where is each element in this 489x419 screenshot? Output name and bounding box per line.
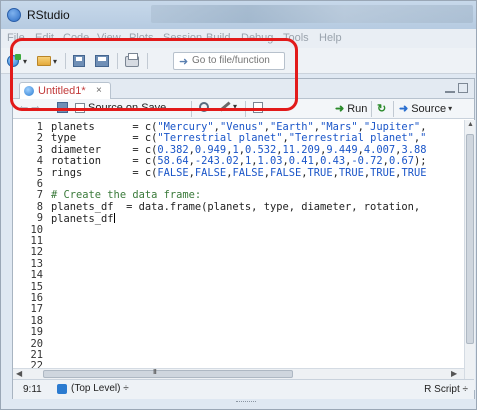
cursor-position: 9:11 <box>23 384 42 395</box>
rstudio-window: RStudio File Edit Code View Plots Sessio… <box>0 0 477 410</box>
line-number: 8 <box>36 200 43 213</box>
scroll-grip: III <box>153 369 157 376</box>
code-editor[interactable]: 1 planets = c("Mercury","Venus","Earth","… <box>13 120 464 390</box>
line-number: 16 <box>30 292 43 304</box>
vertical-scroll-thumb[interactable] <box>466 134 474 344</box>
rstudio-logo-icon <box>7 8 21 22</box>
code-text: diameter = c(0.382,0.949,1,0.532,11.209,… <box>51 143 427 156</box>
rerun-icon: ↻ <box>377 103 387 115</box>
scope-selector[interactable]: (Top Level) ÷ <box>57 383 129 394</box>
line-number: 4 <box>36 155 43 168</box>
scope-label: (Top Level) ÷ <box>71 383 129 394</box>
text-cursor <box>113 213 115 224</box>
line-number: 10 <box>30 223 43 236</box>
horizontal-scrollbar[interactable]: ◀ III ▶ <box>13 368 464 379</box>
line-number: 6 <box>36 178 43 190</box>
run-label: Run <box>347 102 368 115</box>
line-number: 19 <box>30 326 43 339</box>
menu-help[interactable]: Help <box>319 32 342 44</box>
annotation-highlight <box>10 38 298 111</box>
code-text: type = c("Terrestrial planet","Terrestri… <box>51 132 427 145</box>
file-type-selector[interactable]: R Script ÷ <box>424 384 468 395</box>
line-number: 13 <box>30 257 43 270</box>
pane-resize-grip[interactable] <box>236 401 256 404</box>
scroll-up-icon[interactable]: ▲ <box>467 121 474 128</box>
code-text: planets_df <box>51 213 115 226</box>
minimize-pane-button[interactable] <box>445 83 455 93</box>
rerun-button[interactable]: ↻ <box>377 102 386 115</box>
source-label: Source <box>411 102 447 115</box>
line-number: 15 <box>30 280 43 293</box>
code-text: rotation = c(58.64,-243.02,1,1.03,0.41,0… <box>51 155 427 168</box>
code-text: # Create the data frame: <box>51 189 202 202</box>
pane-window-controls <box>445 83 468 93</box>
code-text: rings = c(FALSE,FALSE,FALSE,FALSE,TRUE,T… <box>51 166 427 179</box>
source-arrow-icon: ➜ <box>399 103 409 115</box>
code-text: planets = c("Mercury","Venus","Earth","M… <box>51 121 427 133</box>
line-number: 5 <box>36 166 43 179</box>
line-number: 21 <box>30 349 43 361</box>
line-number: 20 <box>30 337 43 350</box>
title-bar-blurred-area <box>151 5 473 23</box>
run-arrow-icon: ➜ <box>335 103 345 115</box>
scroll-left-icon[interactable]: ◀ <box>16 369 22 378</box>
line-number: 17 <box>30 303 43 316</box>
horizontal-scroll-thumb[interactable] <box>43 370 293 378</box>
line-number: 1 <box>36 121 43 133</box>
chevron-down-icon: ▾ <box>448 104 453 113</box>
window-title: RStudio <box>27 8 70 22</box>
run-button[interactable]: ➜ Run <box>335 102 368 116</box>
line-number: 12 <box>30 246 43 259</box>
line-number: 7 <box>36 189 43 202</box>
line-number: 9 <box>36 212 43 225</box>
code-text: planets_df = data.frame(planets, type, d… <box>51 200 421 213</box>
line-number: 2 <box>36 132 43 145</box>
toolbar-divider <box>393 101 394 117</box>
scope-icon <box>57 383 67 394</box>
editor-status-bar: 9:11 (Top Level) ÷ R Script ÷ <box>13 379 474 399</box>
source-button[interactable]: ➜ Source ▾ <box>399 102 453 116</box>
title-bar: RStudio <box>1 1 476 29</box>
line-number: 3 <box>36 143 43 156</box>
vertical-scrollbar[interactable]: ▲ ▼ <box>464 120 475 390</box>
maximize-pane-button[interactable] <box>458 83 468 93</box>
line-number: 11 <box>30 235 43 247</box>
line-number: 14 <box>30 269 43 282</box>
toolbar-divider <box>371 101 372 117</box>
line-number: 18 <box>30 314 43 327</box>
source-editor-pane: Untitled1* × ⇦ ⇨ Source on Save ▾ ➜ Run … <box>12 78 475 399</box>
scroll-right-icon[interactable]: ▶ <box>451 369 457 378</box>
